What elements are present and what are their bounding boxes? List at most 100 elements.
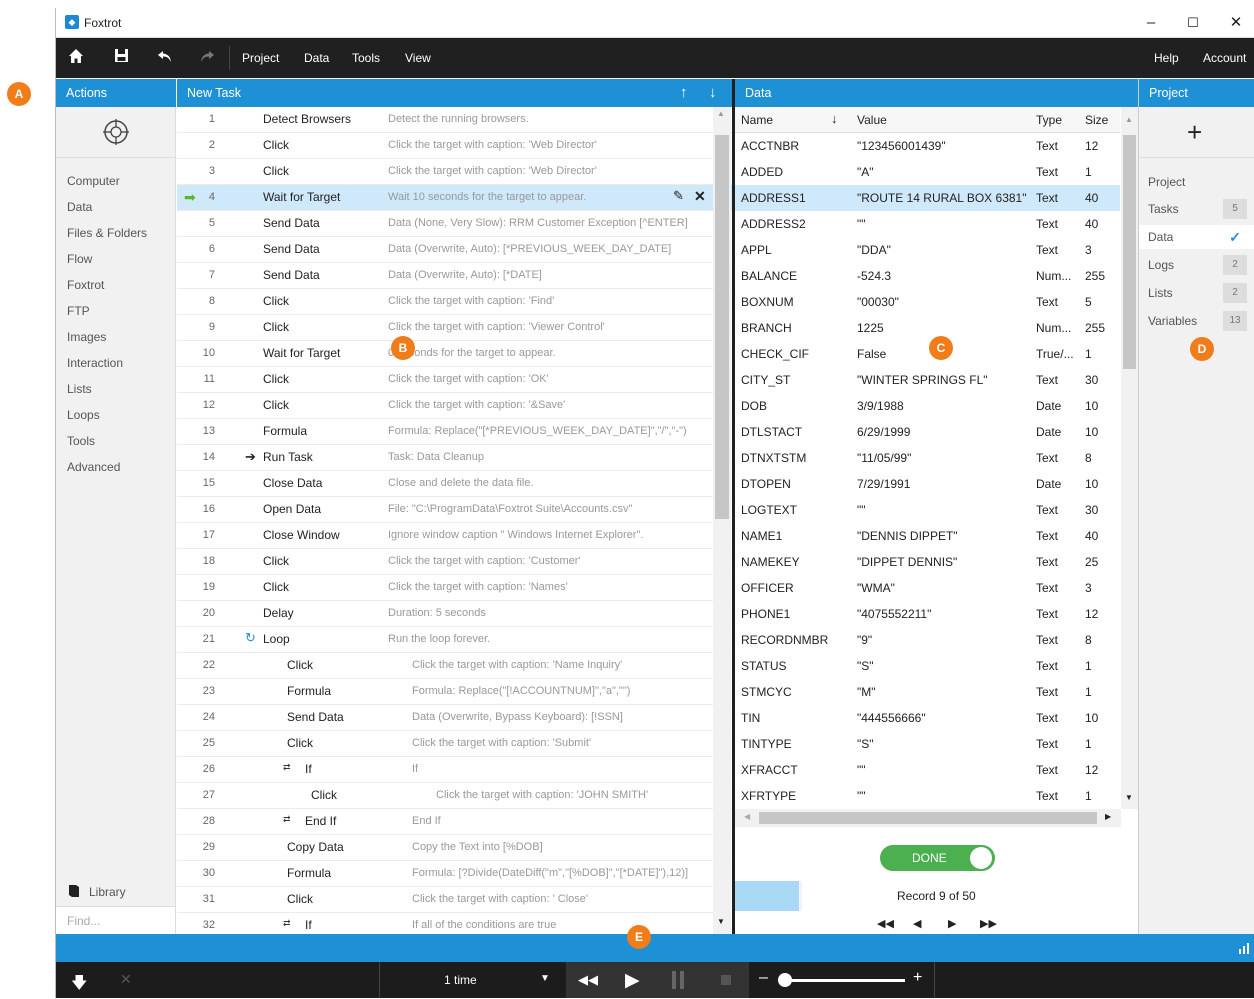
action-category[interactable]: Foxtrot — [67, 278, 104, 292]
prev-record-icon[interactable]: ◀ — [913, 917, 921, 930]
hscrollbar-thumb[interactable] — [759, 812, 1097, 824]
col-header-size[interactable]: Size — [1085, 113, 1108, 127]
action-category[interactable]: Interaction — [67, 356, 123, 370]
done-toggle[interactable]: DONE — [880, 845, 995, 871]
action-category[interactable]: FTP — [67, 304, 90, 318]
task-row[interactable]: 21 ↻ Loop Run the loop forever. — [177, 627, 732, 653]
task-row[interactable]: 16 Open Data File: "C:\ProgramData\Foxtrot… — [177, 497, 732, 523]
minimize-button[interactable]: – — [1131, 12, 1171, 34]
stop-icon[interactable] — [721, 975, 731, 985]
task-row[interactable]: 23 Formula Formula: Replace("[!ACCOUNTNUM]… — [177, 679, 732, 705]
data-scrollbar-thumb[interactable] — [1123, 135, 1136, 369]
cancel-icon[interactable]: ✕ — [120, 971, 132, 988]
task-row[interactable]: 12 Click Click the target with caption: '&… — [177, 393, 732, 419]
speed-slider-thumb[interactable] — [778, 973, 792, 987]
task-row[interactable]: 31 Click Click the target with caption: ' … — [177, 887, 732, 913]
redo-icon[interactable] — [196, 48, 218, 68]
download-icon[interactable]: 🡇 — [71, 972, 87, 999]
task-row[interactable]: 11 Click Click the target with caption: 'O… — [177, 367, 732, 393]
library-icon[interactable] — [68, 884, 80, 901]
data-row[interactable]: BRANCH 1225 Num... 255 — [735, 315, 1120, 341]
task-row[interactable]: 15 Close Data Close and delete the data fi… — [177, 471, 732, 497]
data-row[interactable]: ACCTNBR "123456001439" Text 12 — [735, 133, 1120, 159]
data-row[interactable]: APPL "DDA" Text 3 — [735, 237, 1120, 263]
tasks-scrollbar[interactable]: ▲ ▼ — [713, 107, 731, 934]
menu-help[interactable]: Help — [1154, 51, 1179, 65]
task-row[interactable]: 7 Send Data Data (Overwrite, Auto): [*DATE… — [177, 263, 732, 289]
task-row[interactable]: 30 Formula Formula: [?Divide(DateDiff("m",… — [177, 861, 732, 887]
data-row[interactable]: XFRACCT "" Text 12 — [735, 757, 1120, 783]
menu-account[interactable]: Account — [1203, 51, 1246, 65]
hscroll-right-icon[interactable]: ▶ — [1105, 812, 1111, 821]
repeat-dropdown-icon[interactable]: ▼ — [540, 973, 550, 984]
data-row[interactable]: BALANCE -524.3 Num... 255 — [735, 263, 1120, 289]
data-row[interactable]: TIN "444556666" Text 10 — [735, 705, 1120, 731]
sort-icon[interactable]: ↓ — [831, 111, 838, 126]
col-header-value[interactable]: Value — [857, 113, 887, 127]
menu-tools[interactable]: Tools — [352, 51, 380, 65]
data-row[interactable]: NAMEKEY "DIPPET DENNIS" Text 25 — [735, 549, 1120, 575]
data-row[interactable]: STATUS "S" Text 1 — [735, 653, 1120, 679]
data-row[interactable]: OFFICER "WMA" Text 3 — [735, 575, 1120, 601]
menu-view[interactable]: View — [405, 51, 431, 65]
data-scrollbar[interactable]: ▲ ▼ — [1121, 107, 1138, 809]
close-button[interactable]: ✕ — [1216, 12, 1254, 34]
task-row[interactable]: 14 ➔ Run Task Task: Data Cleanup — [177, 445, 732, 471]
col-header-name[interactable]: Name — [741, 113, 773, 127]
add-icon[interactable]: + — [1187, 117, 1202, 148]
project-item-lists[interactable]: Lists 2 — [1139, 281, 1254, 305]
hscroll-left-icon[interactable]: ◀ — [744, 812, 750, 821]
project-item-variables[interactable]: Variables 13 — [1139, 309, 1254, 333]
data-row[interactable]: STMCYC "M" Text 1 — [735, 679, 1120, 705]
data-row[interactable]: NAME1 "DENNIS DIPPET" Text 40 — [735, 523, 1120, 549]
action-category[interactable]: Computer — [67, 174, 120, 188]
action-category[interactable]: Lists — [67, 382, 92, 396]
move-up-icon[interactable]: ↑ — [680, 79, 688, 107]
undo-icon[interactable] — [154, 48, 176, 68]
task-row[interactable]: 28 ⇄ End If End If — [177, 809, 732, 835]
data-row[interactable]: ADDRESS2 "" Text 40 — [735, 211, 1120, 237]
task-row[interactable]: 26 ⇄ If If — [177, 757, 732, 783]
edit-icon[interactable]: ✎ — [673, 188, 684, 204]
data-row[interactable]: LOGTEXT "" Text 30 — [735, 497, 1120, 523]
task-row[interactable]: 5 Send Data Data (None, Very Slow): RRM Cu… — [177, 211, 732, 237]
project-item-data[interactable]: Data ✓ — [1139, 225, 1254, 249]
data-scroll-down-icon[interactable]: ▼ — [1125, 793, 1133, 802]
task-row[interactable]: 3 Click Click the target with caption: 'We… — [177, 159, 732, 185]
task-row[interactable]: 10 Wait for Target 0 seconds for the targe… — [177, 341, 732, 367]
last-record-icon[interactable]: ▶▶ — [980, 917, 997, 930]
data-row[interactable]: BOXNUM "00030" Text 5 — [735, 289, 1120, 315]
task-row[interactable]: 29 Copy Data Copy the Text into [%DOB] — [177, 835, 732, 861]
task-row[interactable]: 22 Click Click the target with caption: 'N… — [177, 653, 732, 679]
speed-slider-track[interactable] — [780, 979, 905, 982]
task-row[interactable]: 20 Delay Duration: 5 seconds — [177, 601, 732, 627]
task-row[interactable]: 1 Detect Browsers Detect the running brows… — [177, 107, 732, 133]
task-row[interactable]: 27 Click Click the target with caption: 'J… — [177, 783, 732, 809]
save-icon[interactable] — [110, 48, 132, 68]
task-row[interactable]: 17 Close Window Ignore window caption " Wi… — [177, 523, 732, 549]
task-row[interactable]: 8 Click Click the target with caption: 'Fi… — [177, 289, 732, 315]
action-category[interactable]: Loops — [67, 408, 100, 422]
home-icon[interactable] — [65, 48, 87, 68]
action-category[interactable]: Files & Folders — [67, 226, 147, 240]
next-record-icon[interactable]: ▶ — [948, 917, 956, 930]
task-row[interactable]: 18 Click Click the target with caption: 'C… — [177, 549, 732, 575]
move-down-icon[interactable]: ↓ — [709, 79, 717, 107]
data-row[interactable]: DTLSTACT 6/29/1999 Date 10 — [735, 419, 1120, 445]
data-row[interactable]: CITY_ST "WINTER SPRINGS FL" Text 30 — [735, 367, 1120, 393]
task-row[interactable]: 2 Click Click the target with caption: 'We… — [177, 133, 732, 159]
speed-increase-icon[interactable]: + — [913, 969, 922, 987]
play-icon[interactable]: ▶ — [625, 969, 640, 992]
action-category[interactable]: Data — [67, 200, 92, 214]
scroll-down-arrow-icon[interactable]: ▼ — [717, 917, 725, 926]
library-label[interactable]: Library — [89, 885, 126, 899]
project-item-logs[interactable]: Logs 2 — [1139, 253, 1254, 277]
data-row[interactable]: DTNXTSTM "11/05/99" Text 8 — [735, 445, 1120, 471]
maximize-button[interactable]: ☐ — [1173, 12, 1213, 34]
find-input[interactable]: Find... — [56, 906, 175, 934]
pause-icon[interactable] — [672, 971, 686, 989]
scroll-up-arrow-icon[interactable]: ▲ — [717, 109, 725, 118]
action-category[interactable]: Tools — [67, 434, 95, 448]
task-row[interactable]: 19 Click Click the target with caption: 'N… — [177, 575, 732, 601]
data-row[interactable]: DTOPEN 7/29/1991 Date 10 — [735, 471, 1120, 497]
